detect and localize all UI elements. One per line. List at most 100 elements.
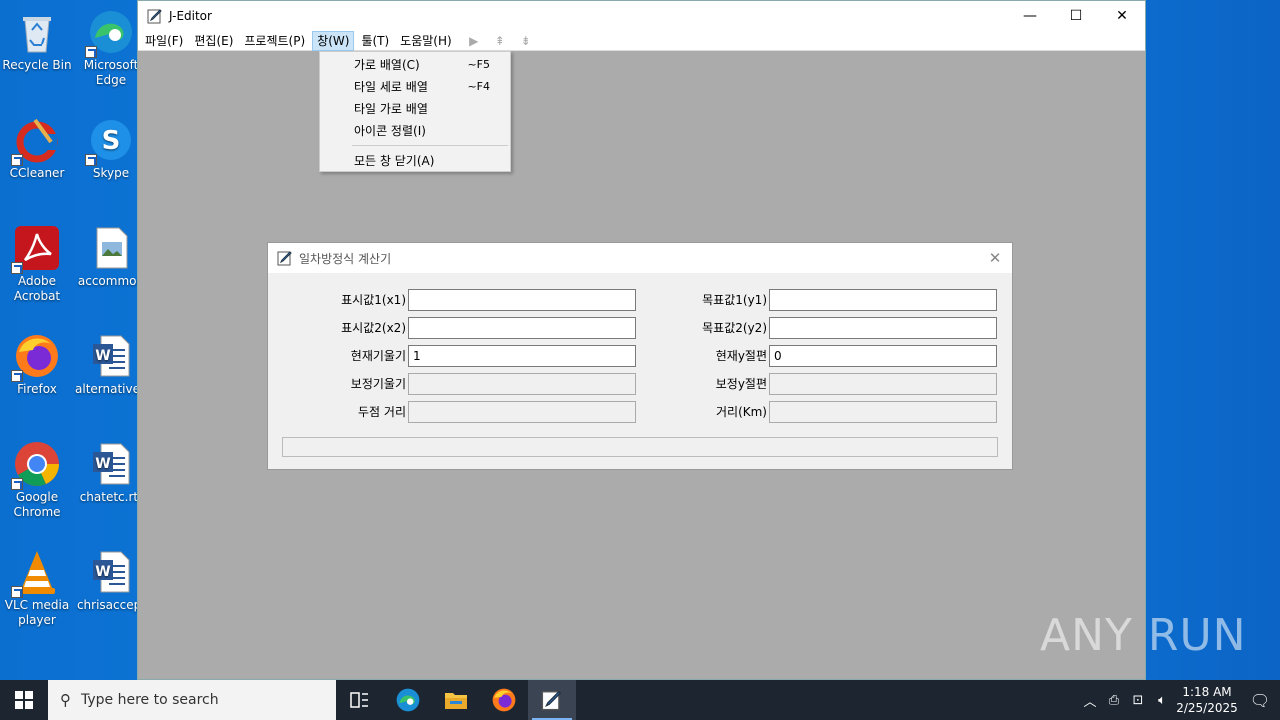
windows-logo-icon	[15, 691, 33, 709]
edge-icon	[396, 688, 420, 712]
label-y2: 목표값2(y2)	[702, 321, 767, 335]
label-distance-km: 거리(Km)	[715, 405, 767, 419]
taskbar-search-box[interactable]: ⚲ Type here to search	[48, 680, 336, 720]
image-file-icon	[87, 224, 135, 272]
menu-tools[interactable]: 툴(T)	[357, 31, 393, 51]
word-document-icon: W	[87, 332, 135, 380]
menubar: 파일(F) 편집(E) 프로젝트(P) 창(W) 툴(T) 도움말(H) ▶ ⇞…	[138, 30, 1145, 51]
dialog-close-button[interactable]: ✕	[986, 249, 1004, 267]
input-corrected-slope	[408, 373, 636, 395]
label-x2: 표시값2(x2)	[341, 321, 406, 335]
network-icon[interactable]: ⊡	[1126, 693, 1150, 708]
run-icon[interactable]: ▶	[463, 31, 485, 51]
editor-app-icon	[541, 690, 562, 711]
window-titlebar[interactable]: J-Editor — ☐ ✕	[138, 1, 1145, 31]
editor-app-icon	[147, 9, 162, 24]
svg-text:W: W	[95, 456, 110, 472]
task-view-button[interactable]	[336, 680, 384, 720]
desktop-icon-firefox[interactable]: Firefox	[1, 332, 73, 397]
input-y2[interactable]	[769, 317, 997, 339]
taskbar-j-editor[interactable]	[528, 680, 576, 720]
desktop-icon-google-chrome[interactable]: Google Chrome	[1, 440, 73, 520]
desktop-icon-label: Recycle Bin	[2, 58, 72, 72]
desktop-icon-label: Firefox	[17, 382, 57, 396]
search-placeholder: Type here to search	[81, 692, 219, 708]
vlc-icon	[11, 548, 61, 598]
menu-item-cascade[interactable]: 가로 배열(C) ~F5	[320, 54, 510, 76]
menu-file[interactable]: 파일(F)	[141, 31, 187, 51]
meet-now-icon[interactable]: ⎙	[1102, 693, 1126, 708]
volume-icon[interactable]: 🔈︎	[1150, 693, 1174, 708]
start-button[interactable]	[0, 680, 48, 720]
taskbar-file-explorer[interactable]	[432, 680, 480, 720]
firefox-icon	[11, 332, 61, 382]
folder-icon	[445, 693, 467, 709]
input-current-slope[interactable]: 1	[408, 345, 636, 367]
menu-item-label: 타일 가로 배열	[354, 102, 428, 116]
label-corrected-y-intercept: 보정y절편	[715, 377, 767, 391]
upload-icon[interactable]: ⇞	[489, 31, 511, 51]
input-y1[interactable]	[769, 289, 997, 311]
menu-item-arrange-icons[interactable]: 아이콘 정렬(I)	[320, 120, 510, 142]
taskbar-edge[interactable]	[384, 680, 432, 720]
menu-item-close-all[interactable]: 모든 창 닫기(A)	[320, 150, 510, 172]
window-title: J-Editor	[169, 9, 212, 23]
taskbar-firefox[interactable]	[480, 680, 528, 720]
minimize-button[interactable]: —	[1007, 1, 1053, 31]
close-button[interactable]: ✕	[1099, 1, 1145, 31]
menu-edit[interactable]: 편집(E)	[190, 31, 237, 51]
menu-project[interactable]: 프로젝트(P)	[240, 31, 309, 51]
dialog-titlebar[interactable]: 일차방정식 계산기 ✕	[268, 243, 1012, 273]
menu-item-shortcut: ~F5	[467, 58, 490, 71]
chrome-icon	[11, 440, 61, 490]
word-document-icon: W	[87, 548, 135, 596]
window-menu-dropdown: 가로 배열(C) ~F5 타일 세로 배열 ~F4 타일 가로 배열 아이콘 정…	[319, 51, 511, 172]
input-current-y-intercept[interactable]: 0	[769, 345, 997, 367]
menu-item-label: 모든 창 닫기(A)	[354, 154, 435, 168]
input-two-point-distance	[408, 401, 636, 423]
input-distance-km	[769, 401, 997, 423]
input-corrected-y-intercept	[769, 373, 997, 395]
desktop-icon-label: CCleaner	[9, 166, 65, 180]
label-two-point-distance: 두점 거리	[358, 405, 406, 419]
edge-icon	[85, 8, 135, 58]
menu-item-shortcut: ~F4	[467, 80, 490, 93]
system-tray: ︿ ⎙ ⊡ 🔈︎ 1:18 AM 2/25/2025 🗨︎	[1078, 680, 1280, 720]
menu-item-label: 타일 세로 배열	[354, 80, 428, 94]
clock-time: 1:18 AM	[1182, 685, 1232, 699]
menu-item-label: 가로 배열(C)	[354, 58, 420, 72]
desktop-icon-adobe-acrobat[interactable]: Adobe Acrobat	[1, 224, 73, 304]
recycle-bin-icon	[13, 8, 61, 56]
dialog-status-bar	[282, 437, 998, 457]
taskbar: ⚲ Type here to search ︿ ⎙ ⊡ 🔈︎ 1:18 AM 2…	[0, 680, 1280, 720]
desktop-icon-label: Adobe Acrobat	[13, 274, 61, 303]
label-current-y-intercept: 현재y절편	[715, 349, 767, 363]
menu-item-tile-vertical[interactable]: 타일 세로 배열 ~F4	[320, 76, 510, 98]
input-x2[interactable]	[408, 317, 636, 339]
skype-icon: S	[85, 116, 135, 166]
word-document-icon: W	[87, 440, 135, 488]
menu-help[interactable]: 도움말(H)	[396, 31, 456, 51]
notification-icon[interactable]: 🗨︎	[1240, 691, 1280, 710]
desktop-icon-label: VLC media player	[4, 598, 70, 627]
desktop-icon-recycle-bin[interactable]: Recycle Bin	[1, 8, 73, 73]
search-icon: ⚲	[60, 691, 71, 709]
dialog-title: 일차방정식 계산기	[299, 251, 392, 266]
clock-date: 2/25/2025	[1176, 701, 1238, 715]
ccleaner-icon	[11, 116, 61, 166]
label-y1: 목표값1(y1)	[702, 293, 767, 307]
chevron-up-icon[interactable]: ︿	[1078, 691, 1102, 710]
taskbar-clock[interactable]: 1:18 AM 2/25/2025	[1174, 684, 1240, 716]
svg-text:W: W	[95, 564, 110, 580]
maximize-button[interactable]: ☐	[1053, 1, 1099, 31]
linear-equation-calculator-dialog: 일차방정식 계산기 ✕ 표시값1(x1) 표시값2(x2) 현재기울기 1 보정…	[267, 242, 1013, 470]
anyrun-watermark: ANY RUN	[1040, 610, 1247, 661]
menu-separator	[352, 145, 508, 146]
input-x1[interactable]	[408, 289, 636, 311]
menu-item-tile-horizontal[interactable]: 타일 가로 배열	[320, 98, 510, 120]
label-current-slope: 현재기울기	[350, 349, 406, 363]
menu-window[interactable]: 창(W)	[312, 30, 355, 51]
desktop-icon-vlc[interactable]: VLC media player	[1, 548, 73, 628]
desktop-icon-ccleaner[interactable]: CCleaner	[1, 116, 73, 181]
download-icon[interactable]: ⇟	[515, 31, 537, 51]
